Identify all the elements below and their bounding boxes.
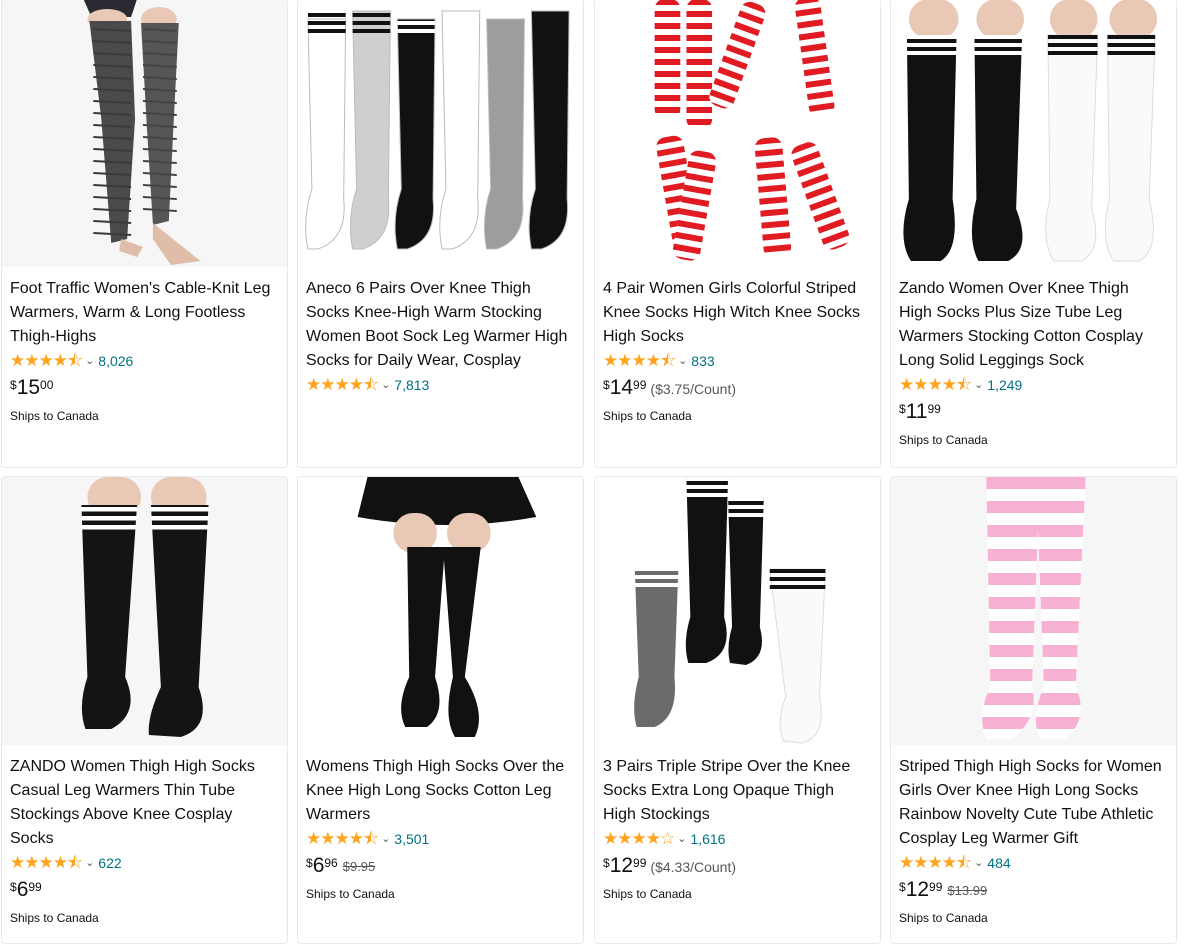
price[interactable]: $6 99	[10, 877, 277, 905]
rating-row: ★★★★⯪ ⌄ 1,249	[899, 373, 1166, 397]
product-card[interactable]: Foot Traffic Women's Cable-Knit Leg Warm…	[1, 0, 288, 468]
price-whole: 6	[312, 854, 325, 877]
star-rating-icon[interactable]: ★★★★⯪	[306, 373, 379, 397]
price-whole: 12	[609, 854, 634, 877]
chevron-down-icon[interactable]: ⌄	[677, 827, 686, 851]
chevron-down-icon[interactable]: ⌄	[678, 349, 687, 373]
pink-striped-socks-image[interactable]	[891, 477, 1176, 745]
product-title-link[interactable]: 4 Pair Women Girls Colorful Striped Knee…	[603, 277, 870, 349]
shipping-info: Ships to Canada	[899, 433, 988, 447]
chevron-down-icon[interactable]: ⌄	[381, 827, 390, 851]
product-grid: Foot Traffic Women's Cable-Knit Leg Warm…	[0, 0, 1200, 951]
price-whole: 11	[905, 400, 928, 423]
price-fraction: 99	[28, 880, 42, 894]
review-count-link[interactable]: 3,501	[394, 827, 429, 851]
product-card[interactable]: 3 Pairs Triple Stripe Over the Knee Sock…	[594, 476, 881, 944]
review-count-link[interactable]: 1,249	[987, 373, 1022, 397]
chevron-down-icon[interactable]: ⌄	[974, 373, 983, 397]
triple-stripe-socks-image[interactable]	[595, 477, 880, 745]
star-rating-icon[interactable]: ★★★★⯪	[899, 851, 972, 875]
price[interactable]: $12 99 ($4.33/Count)	[603, 853, 870, 881]
star-rating-icon[interactable]: ★★★★⯪	[10, 851, 83, 875]
price-whole: 12	[905, 878, 930, 901]
review-count-link[interactable]: 8,026	[98, 349, 133, 373]
rating-row: ★★★★⯪ ⌄ 833	[603, 349, 870, 373]
price-whole: 14	[609, 376, 634, 399]
shipping-info: Ships to Canada	[10, 911, 99, 925]
cable-knit-leg-warmers-image[interactable]	[2, 0, 287, 267]
product-card[interactable]: ZANDO Women Thigh High Socks Casual Leg …	[1, 476, 288, 944]
price-whole: 15	[16, 376, 41, 399]
red-striped-knee-socks-image[interactable]	[595, 0, 880, 267]
price-whole: 6	[16, 878, 29, 901]
product-card[interactable]: Zando Women Over Knee Thigh High Socks P…	[890, 0, 1177, 468]
price-currency: $	[306, 856, 313, 870]
product-title-link[interactable]: Aneco 6 Pairs Over Knee Thigh Socks Knee…	[306, 277, 573, 373]
price[interactable]: $6 96 $9.95	[306, 853, 573, 881]
review-count-link[interactable]: 622	[98, 851, 121, 875]
shipping-info: Ships to Canada	[603, 887, 692, 901]
price[interactable]: $14 99 ($3.75/Count)	[603, 375, 870, 403]
product-title-link[interactable]: 3 Pairs Triple Stripe Over the Knee Sock…	[603, 755, 870, 827]
unit-price: ($4.33/Count)	[650, 859, 737, 875]
price-fraction: 96	[324, 856, 338, 870]
star-rating-icon[interactable]: ★★★★⯪	[306, 827, 379, 851]
black-white-thigh-socks-image[interactable]	[891, 0, 1176, 267]
rating-row: ★★★★⯪ ⌄ 3,501	[306, 827, 573, 851]
price-fraction: 99	[929, 880, 943, 894]
star-rating-icon[interactable]: ★★★★⯪	[10, 349, 83, 373]
price-currency: $	[899, 402, 906, 416]
review-count-link[interactable]: 833	[691, 349, 714, 373]
price-fraction: 99	[633, 856, 647, 870]
review-count-link[interactable]: 7,813	[394, 373, 429, 397]
list-price: $13.99	[947, 883, 988, 898]
star-rating-icon[interactable]: ★★★★☆	[603, 827, 675, 851]
price-currency: $	[899, 880, 906, 894]
product-title-link[interactable]: Womens Thigh High Socks Over the Knee Hi…	[306, 755, 573, 827]
rating-row: ★★★★☆ ⌄ 1,616	[603, 827, 870, 851]
product-card[interactable]: Striped Thigh High Socks for Women Girls…	[890, 476, 1177, 944]
chevron-down-icon[interactable]: ⌄	[381, 373, 390, 397]
product-title-link[interactable]: ZANDO Women Thigh High Socks Casual Leg …	[10, 755, 277, 851]
rating-row: ★★★★⯪ ⌄ 8,026	[10, 349, 277, 373]
chevron-down-icon[interactable]: ⌄	[85, 349, 94, 373]
chevron-down-icon[interactable]: ⌄	[974, 851, 983, 875]
price-fraction: 99	[633, 378, 647, 392]
rating-row: ★★★★⯪ ⌄ 622	[10, 851, 277, 875]
unit-price: ($3.75/Count)	[650, 381, 737, 397]
price-currency: $	[10, 880, 17, 894]
black-thigh-socks-skirt-image[interactable]	[298, 477, 583, 745]
review-count-link[interactable]: 1,616	[690, 827, 725, 851]
shipping-info: Ships to Canada	[10, 409, 99, 423]
price[interactable]: $11 99	[899, 399, 1166, 427]
price-fraction: 99	[927, 402, 941, 416]
shipping-info: Ships to Canada	[306, 887, 395, 901]
rating-row: ★★★★⯪ ⌄ 484	[899, 851, 1166, 875]
price-currency: $	[603, 378, 610, 392]
chevron-down-icon[interactable]: ⌄	[85, 851, 94, 875]
black-striped-thigh-socks-image[interactable]	[2, 477, 287, 745]
price[interactable]: $12 99 $13.99	[899, 877, 1166, 905]
product-card[interactable]: Aneco 6 Pairs Over Knee Thigh Socks Knee…	[297, 0, 584, 468]
price-fraction: 00	[40, 378, 54, 392]
product-title-link[interactable]: Striped Thigh High Socks for Women Girls…	[899, 755, 1166, 851]
product-card[interactable]: 4 Pair Women Girls Colorful Striped Knee…	[594, 0, 881, 468]
list-price: $9.95	[342, 859, 376, 874]
six-pairs-thigh-socks-image[interactable]	[298, 0, 583, 267]
shipping-info: Ships to Canada	[603, 409, 692, 423]
star-rating-icon[interactable]: ★★★★⯪	[603, 349, 676, 373]
star-rating-icon[interactable]: ★★★★⯪	[899, 373, 972, 397]
product-title-link[interactable]: Zando Women Over Knee Thigh High Socks P…	[899, 277, 1166, 373]
rating-row: ★★★★⯪ ⌄ 7,813	[306, 373, 573, 397]
product-card[interactable]: Womens Thigh High Socks Over the Knee Hi…	[297, 476, 584, 944]
product-title-link[interactable]: Foot Traffic Women's Cable-Knit Leg Warm…	[10, 277, 277, 349]
review-count-link[interactable]: 484	[987, 851, 1010, 875]
price[interactable]: $15 00	[10, 375, 277, 403]
price-currency: $	[10, 378, 17, 392]
price-currency: $	[603, 856, 610, 870]
shipping-info: Ships to Canada	[899, 911, 988, 925]
